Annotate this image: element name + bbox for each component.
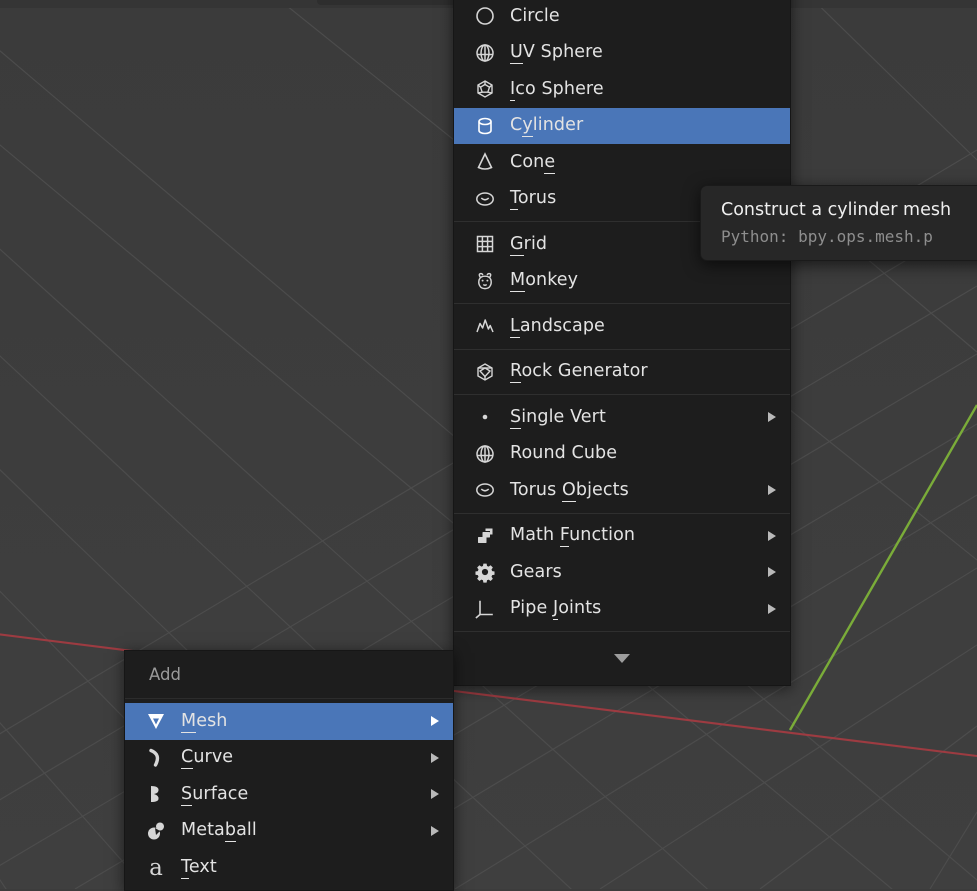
surface-icon <box>141 782 171 806</box>
add-menu-title: Add <box>125 651 453 699</box>
menu-item-rock-generator[interactable]: Rock Generator <box>454 354 790 391</box>
grid-icon <box>470 232 500 256</box>
torus-icon <box>470 478 500 502</box>
menu-item-mesh[interactable]: Mesh <box>125 703 453 740</box>
menu-item-monkey[interactable]: Monkey <box>454 263 790 300</box>
menu-item-single-vert[interactable]: Single Vert <box>454 399 790 436</box>
chevron-right-icon <box>768 604 776 614</box>
gear-icon <box>470 560 500 584</box>
add-menu-items: Mesh Curve Surface <box>125 699 453 890</box>
menu-item-label: Math Function <box>510 527 758 545</box>
menu-item-label: Curve <box>181 749 421 767</box>
chevron-right-icon <box>431 789 439 799</box>
mesh-group-rock: Rock Generator <box>454 349 790 395</box>
svg-text:a: a <box>149 855 163 879</box>
menu-item-label: Rock Generator <box>510 363 776 381</box>
menu-item-uv-sphere[interactable]: UV Sphere <box>454 35 790 72</box>
menu-item-label: UV Sphere <box>510 44 776 62</box>
menu-item-circle[interactable]: Circle <box>454 0 790 35</box>
add-menu[interactable]: Add Mesh Curve <box>124 650 454 891</box>
circle-icon <box>470 4 500 28</box>
metaball-icon <box>141 819 171 843</box>
chevron-right-icon <box>431 826 439 836</box>
vertex-dot-icon <box>470 405 500 429</box>
menu-item-round-cube[interactable]: Round Cube <box>454 436 790 473</box>
menu-item-label: Cylinder <box>510 117 776 135</box>
chevron-right-icon <box>431 716 439 726</box>
icosphere-icon <box>470 77 500 101</box>
mesh-group-landscape: Landscape <box>454 303 790 349</box>
menu-item-label: Pipe Joints <box>510 600 758 618</box>
menu-item-landscape[interactable]: Landscape <box>454 308 790 345</box>
menu-item-surface[interactable]: Surface <box>125 776 453 813</box>
tooltip: Construct a cylinder mesh Python: bpy.op… <box>700 185 977 261</box>
menu-item-label: Round Cube <box>510 445 776 463</box>
menu-item-gears[interactable]: Gears <box>454 554 790 591</box>
menu-item-math-function[interactable]: Math Function <box>454 518 790 555</box>
menu-item-label: Monkey <box>510 272 776 290</box>
menu-item-label: Mesh <box>181 713 421 731</box>
mesh-submenu[interactable]: Circle UV Sphere <box>453 0 791 686</box>
curve-icon <box>141 746 171 770</box>
monkey-icon <box>470 269 500 293</box>
mesh-group-addons: Math Function Gears Pipe Joints <box>454 513 790 632</box>
rock-icon <box>470 360 500 384</box>
chevron-right-icon <box>768 567 776 577</box>
chevron-right-icon <box>768 485 776 495</box>
menu-item-label: Cone <box>510 154 776 172</box>
menu-item-torus-objects[interactable]: Torus Objects <box>454 472 790 509</box>
menu-scroll-down-button[interactable] <box>454 631 790 685</box>
menu-item-label: Landscape <box>510 318 776 336</box>
viewport-panel-tab <box>317 0 457 5</box>
menu-item-pipe-joints[interactable]: Pipe Joints <box>454 591 790 628</box>
roundcube-icon <box>470 442 500 466</box>
landscape-icon <box>470 314 500 338</box>
triangle-down-icon <box>614 654 630 663</box>
menu-item-metaball[interactable]: Metaball <box>125 813 453 850</box>
menu-item-label: Text <box>181 859 439 877</box>
cylinder-icon <box>470 114 500 138</box>
math-function-icon <box>470 524 500 548</box>
menu-item-text[interactable]: a Text <box>125 849 453 886</box>
chevron-right-icon <box>768 412 776 422</box>
menu-item-label: Torus Objects <box>510 482 758 500</box>
pipe-joints-icon <box>470 597 500 621</box>
menu-item-ico-sphere[interactable]: Ico Sphere <box>454 71 790 108</box>
menu-item-label: Circle <box>510 8 776 26</box>
menu-item-cone[interactable]: Cone <box>454 144 790 181</box>
menu-item-label: Gears <box>510 564 758 582</box>
tooltip-python-path: Python: bpy.ops.mesh.p <box>721 227 977 246</box>
menu-item-label: Single Vert <box>510 409 758 427</box>
mesh-triangle-icon <box>141 709 171 733</box>
chevron-right-icon <box>768 531 776 541</box>
menu-item-label: Metaball <box>181 822 421 840</box>
tooltip-description: Construct a cylinder mesh <box>721 200 977 220</box>
torus-icon <box>470 187 500 211</box>
chevron-right-icon <box>431 753 439 763</box>
text-icon: a <box>141 855 171 879</box>
uvsphere-icon <box>470 41 500 65</box>
menu-item-label: Surface <box>181 786 421 804</box>
menu-item-curve[interactable]: Curve <box>125 740 453 777</box>
menu-item-label: Ico Sphere <box>510 81 776 99</box>
mesh-group-extras: Single Vert Round Cube Torus <box>454 394 790 513</box>
menu-item-cylinder[interactable]: Cylinder <box>454 108 790 145</box>
cone-icon <box>470 150 500 174</box>
